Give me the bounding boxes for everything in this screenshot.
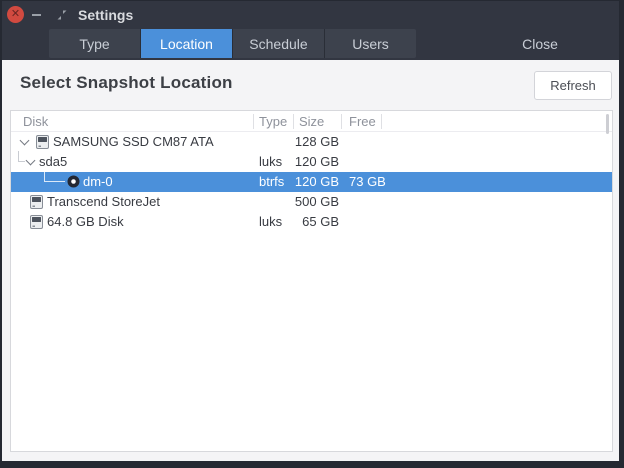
row-label: dm-0	[83, 174, 113, 189]
page-title: Select Snapshot Location	[20, 73, 233, 92]
expander-chevron-icon[interactable]	[25, 155, 36, 166]
cell-size: 65 GB	[302, 214, 339, 229]
table-header: Disk Type Size Free	[11, 111, 612, 132]
expander-chevron-icon[interactable]	[19, 135, 30, 146]
column-header-free[interactable]: Free	[349, 114, 376, 129]
row-label: Transcend StoreJet	[47, 194, 160, 209]
table-row[interactable]: SAMSUNG SSD CM87 ATA 128 GB	[11, 132, 612, 152]
snapshot-location-table: Disk Type Size Free SAMSUNG SSD CM87 ATA…	[10, 110, 613, 452]
column-divider	[381, 114, 382, 129]
minimize-icon[interactable]	[32, 14, 41, 16]
disk-icon	[30, 215, 43, 229]
column-divider	[341, 114, 342, 129]
cell-size: 120 GB	[294, 174, 339, 189]
cell-type: luks	[259, 214, 283, 229]
cell-size: 500 GB	[294, 194, 339, 209]
disk-icon	[30, 195, 43, 209]
row-label: SAMSUNG SSD CM87 ATA	[53, 134, 214, 149]
window-header: ✕ Settings Type Location Schedule Users Clo…	[2, 1, 619, 60]
main-content: Select Snapshot Location Refresh Disk Ty…	[2, 60, 619, 461]
cell-type: btrfs	[259, 174, 285, 189]
close-button[interactable]: Close	[508, 29, 572, 58]
titlebar: ✕ Settings	[2, 1, 619, 29]
cell-size: 128 GB	[294, 134, 339, 149]
tab-location[interactable]: Location	[141, 29, 233, 58]
refresh-button[interactable]: Refresh	[534, 71, 612, 100]
restore-icon[interactable]	[56, 9, 68, 21]
window-title: Settings	[78, 7, 134, 23]
tab-type[interactable]: Type	[49, 29, 141, 58]
close-window-icon[interactable]: ✕	[7, 6, 24, 23]
settings-window: ✕ Settings Type Location Schedule Users Clo…	[0, 0, 624, 468]
tab-users[interactable]: Users	[325, 29, 416, 58]
table-rows: SAMSUNG SSD CM87 ATA 128 GB sda5 luks 120 GB…	[11, 132, 612, 232]
column-divider	[253, 114, 254, 129]
table-row[interactable]: sda5 luks 120 GB	[11, 151, 612, 172]
row-label: sda5	[39, 154, 68, 169]
tab-group: Type Location Schedule Users	[49, 29, 416, 58]
tree-elbow	[44, 171, 65, 182]
row-label: 64.8 GB Disk	[47, 214, 124, 229]
column-header-disk[interactable]: Disk	[23, 114, 48, 129]
table-row[interactable]: 64.8 GB Disk luks 65 GB	[11, 212, 612, 232]
column-header-size[interactable]: Size	[299, 114, 324, 129]
vertical-scrollbar[interactable]	[606, 114, 609, 134]
column-divider	[293, 114, 294, 129]
tab-bar: Type Location Schedule Users Close	[2, 29, 619, 58]
tab-schedule[interactable]: Schedule	[233, 29, 325, 58]
cell-free: 73 GB	[349, 174, 386, 189]
cell-type: luks	[259, 154, 283, 169]
column-header-type[interactable]: Type	[259, 114, 287, 129]
volume-icon	[67, 175, 80, 188]
table-row[interactable]: Transcend StoreJet 500 GB	[11, 192, 612, 212]
table-row[interactable]: dm-0 btrfs 120 GB 73 GB	[11, 171, 612, 192]
tree-elbow	[18, 151, 25, 162]
disk-icon	[36, 135, 49, 149]
cell-size: 120 GB	[294, 154, 339, 169]
